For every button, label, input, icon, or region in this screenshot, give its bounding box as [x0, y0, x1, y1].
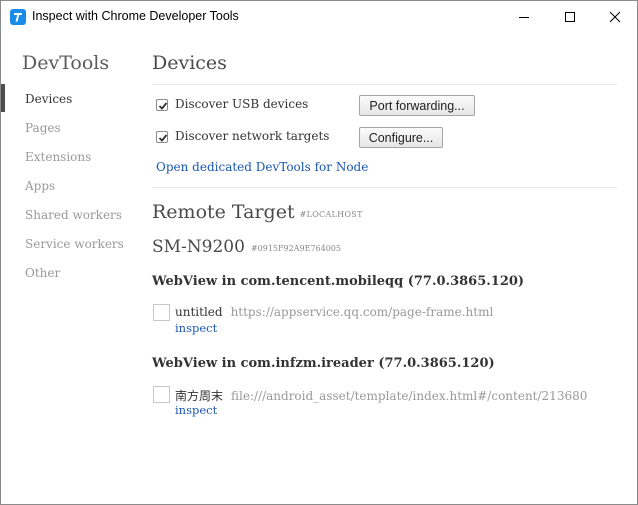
- sidebar: DevTools Devices Pages Extensions Apps S…: [1, 32, 141, 504]
- active-item-marker: [1, 84, 5, 112]
- target-thumbnail: [153, 304, 170, 321]
- remote-target-label: Remote Target: [152, 201, 295, 223]
- maximize-icon: [565, 11, 575, 22]
- port-forwarding-button[interactable]: Port forwarding...: [359, 95, 475, 116]
- target-item: untitled https://appservice.qq.com/page-f…: [153, 304, 613, 340]
- sidebar-item-other[interactable]: Other: [25, 266, 60, 280]
- device-heading: SM-N9200 #0915F92A9E764005: [152, 237, 341, 257]
- chrome-devtools-icon: [10, 9, 26, 25]
- webview-title: WebView in com.tencent.mobileqq (77.0.38…: [152, 274, 525, 289]
- remote-divider: [152, 187, 617, 188]
- devices-title: Devices: [152, 52, 227, 74]
- window-title: Inspect with Chrome Developer Tools: [32, 9, 239, 23]
- target-name: 南方周末: [175, 389, 224, 403]
- inspect-link[interactable]: inspect: [175, 403, 217, 417]
- minimize-button[interactable]: [501, 1, 547, 32]
- discover-usb-checkbox[interactable]: [156, 99, 168, 111]
- target-name: untitled: [175, 305, 223, 319]
- device-name: SM-N9200: [152, 237, 245, 257]
- maximize-button[interactable]: [547, 1, 593, 32]
- checkmark-icon: [158, 134, 168, 142]
- sidebar-item-devices[interactable]: Devices: [25, 92, 72, 106]
- discover-network-label: Discover network targets: [175, 129, 330, 143]
- close-icon: [609, 11, 621, 22]
- target-url: https://appservice.qq.com/page-frame.htm…: [230, 305, 494, 319]
- discover-network-checkbox[interactable]: [156, 131, 168, 143]
- discover-usb-label: Discover USB devices: [175, 97, 309, 111]
- checkmark-icon: [158, 102, 168, 110]
- target-thumbnail: [153, 386, 170, 403]
- close-button[interactable]: [592, 1, 638, 32]
- target-name-line: 南方周末 file:///android_asset/template/index…: [175, 387, 587, 404]
- open-node-devtools-link[interactable]: Open dedicated DevTools for Node: [156, 160, 368, 174]
- sidebar-title: DevTools: [22, 52, 110, 74]
- main-panel: Devices Discover USB devices Port forwar…: [152, 32, 622, 504]
- devtools-window: Inspect with Chrome Developer Tools DevT…: [0, 0, 638, 505]
- localhost-tag: #LOCALHOST: [299, 210, 363, 219]
- devices-divider: [152, 84, 617, 85]
- webview-title: WebView in com.infzm.ireader (77.0.3865.…: [152, 356, 495, 371]
- remote-target-title: Remote Target #LOCALHOST: [152, 201, 363, 223]
- target-url: file:///android_asset/template/index.htm…: [231, 389, 588, 403]
- sidebar-item-shared-workers[interactable]: Shared workers: [25, 208, 122, 222]
- sidebar-item-apps[interactable]: Apps: [25, 179, 55, 193]
- sidebar-item-service-workers[interactable]: Service workers: [25, 237, 124, 251]
- title-bar[interactable]: Inspect with Chrome Developer Tools: [1, 1, 637, 32]
- inspect-link[interactable]: inspect: [175, 321, 217, 335]
- sidebar-item-pages[interactable]: Pages: [25, 121, 61, 135]
- sidebar-item-extensions[interactable]: Extensions: [25, 150, 91, 164]
- device-serial: #0915F92A9E764005: [250, 244, 341, 253]
- configure-button[interactable]: Configure...: [359, 127, 443, 148]
- minimize-icon: [519, 16, 529, 18]
- target-name-line: untitled https://appservice.qq.com/page-f…: [175, 305, 493, 319]
- target-item: 南方周末 file:///android_asset/template/index…: [153, 386, 613, 422]
